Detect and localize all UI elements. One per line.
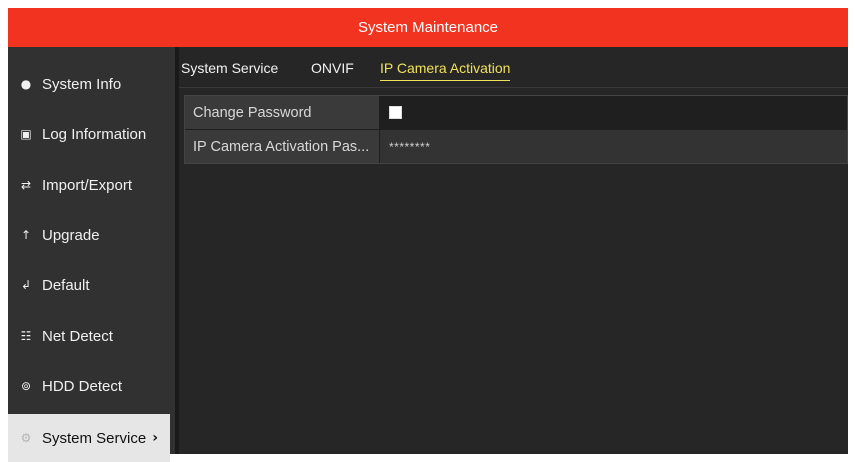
main-panel: System Service ONVIF IP Camera Activatio… xyxy=(179,47,848,454)
tab-system-service[interactable]: System Service xyxy=(181,60,278,76)
sidebar-item-net-detect[interactable]: ☷ Net Detect xyxy=(8,312,170,360)
activation-form: Change Password IP Camera Activation Pas… xyxy=(184,95,848,164)
chevron-right-icon: › xyxy=(152,430,158,446)
network-icon: ☷ xyxy=(20,329,32,343)
hdd-icon: ⊚ xyxy=(20,379,32,393)
change-password-checkbox[interactable] xyxy=(389,106,402,119)
upgrade-icon: ↑ xyxy=(20,228,32,242)
sidebar-item-hdd-detect[interactable]: ⊚ HDD Detect xyxy=(8,362,170,410)
sidebar-item-import-export[interactable]: ⇄ Import/Export xyxy=(8,161,170,209)
sidebar-item-label: Net Detect xyxy=(42,327,113,345)
sidebar-item-label: Default xyxy=(42,276,90,294)
sidebar-item-default[interactable]: ↲ Default xyxy=(8,261,170,309)
sidebar: ● System Info ▣ Log Information ⇄ Import… xyxy=(8,47,179,462)
tab-onvif[interactable]: ONVIF xyxy=(311,60,354,76)
sidebar-item-label: Import/Export xyxy=(42,176,133,194)
sidebar-item-label: System Service xyxy=(42,429,147,447)
sidebar-item-label: System Info xyxy=(42,75,122,93)
sidebar-item-system-info[interactable]: ● System Info xyxy=(8,60,170,108)
info-icon: ● xyxy=(20,77,32,91)
default-icon: ↲ xyxy=(20,278,32,292)
activation-password-field[interactable]: ******** xyxy=(380,130,847,163)
title-text: System Maintenance xyxy=(357,19,499,36)
import-export-icon: ⇄ xyxy=(20,178,32,192)
activation-password-value: ******** xyxy=(389,139,431,154)
log-icon: ▣ xyxy=(20,127,32,141)
gear-icon: ⚙ xyxy=(20,431,32,445)
sidebar-item-label: Log Information xyxy=(42,125,147,143)
form-row-change-password: Change Password xyxy=(185,96,847,130)
sidebar-item-label: Upgrade xyxy=(42,226,100,244)
form-row-activation-password: IP Camera Activation Pas... ******** xyxy=(185,130,847,163)
sidebar-item-label: HDD Detect xyxy=(42,377,123,395)
sidebar-item-system-service[interactable]: ⚙ System Service › xyxy=(8,414,170,462)
activation-password-label: IP Camera Activation Pas... xyxy=(185,130,380,163)
window-title: System Maintenance xyxy=(8,8,848,47)
sidebar-item-upgrade[interactable]: ↑ Upgrade xyxy=(8,211,170,259)
sidebar-item-log-information[interactable]: ▣ Log Information xyxy=(8,110,170,158)
tab-ip-camera-activation[interactable]: IP Camera Activation xyxy=(380,60,511,81)
window: System Maintenance ● System Info ▣ Log I… xyxy=(8,8,848,462)
tab-bar: System Service ONVIF IP Camera Activatio… xyxy=(179,47,848,88)
change-password-value xyxy=(380,96,847,129)
change-password-label: Change Password xyxy=(185,96,380,129)
